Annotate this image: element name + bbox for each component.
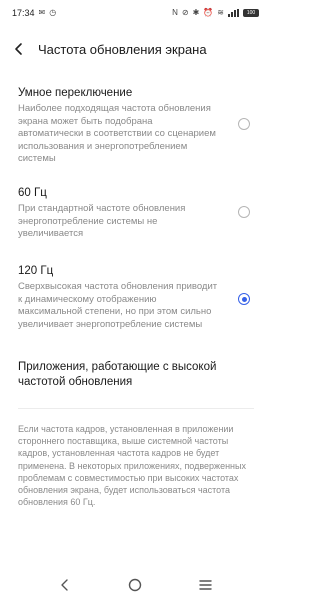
wifi-icon: ≋ bbox=[217, 8, 224, 17]
option-description: Наиболее подходящая частота обновления э… bbox=[18, 103, 216, 164]
navigation-bar bbox=[0, 570, 271, 600]
nfc-icon: N bbox=[172, 8, 178, 17]
radio-smart-switching[interactable] bbox=[238, 118, 250, 130]
footnote: Если частота кадров, установленная в при… bbox=[18, 424, 246, 508]
bluetooth-icon: ✱ bbox=[192, 8, 200, 17]
back-button[interactable] bbox=[0, 34, 38, 64]
nav-menu-button[interactable] bbox=[194, 573, 218, 597]
nav-menu-icon bbox=[199, 580, 213, 590]
signal-icon bbox=[228, 9, 239, 17]
high-refresh-apps-link[interactable]: Приложения, работающие с высокой частото… bbox=[18, 360, 238, 390]
option-description: При стандартной частоте обновления энерг… bbox=[18, 203, 186, 239]
battery-icon: 100 bbox=[243, 9, 259, 17]
status-time: 17:34 bbox=[12, 8, 35, 18]
divider bbox=[18, 408, 254, 409]
option-title: 60 Гц bbox=[18, 187, 47, 199]
option-smart-switching[interactable]: Умное переключение Наиболее подходящая ч… bbox=[18, 86, 254, 166]
option-60hz[interactable]: 60 Гц При стандартной частоте обновления… bbox=[18, 186, 254, 241]
status-left: 17:34 ✉ ◷ bbox=[12, 8, 56, 18]
status-right: N ⊘ ✱ ⏰ ≋ 100 bbox=[172, 9, 259, 17]
alarm-icon: ⏰ bbox=[203, 8, 214, 17]
option-title: Умное переключение bbox=[18, 87, 133, 99]
page-title: Частота обновления экрана bbox=[38, 41, 207, 57]
nav-home-button[interactable] bbox=[123, 573, 147, 597]
back-arrow-icon bbox=[15, 43, 22, 55]
header: Частота обновления экрана bbox=[0, 34, 271, 64]
radio-60hz[interactable] bbox=[238, 206, 250, 218]
option-title: 120 Гц bbox=[18, 265, 54, 277]
option-120hz[interactable]: 120 Гц Сверхвысокая частота обновления п… bbox=[18, 264, 254, 331]
nav-home-icon bbox=[129, 578, 142, 592]
nav-back-button[interactable] bbox=[53, 573, 77, 597]
message-icon: ✉ bbox=[38, 8, 46, 17]
radio-120hz[interactable] bbox=[238, 293, 250, 305]
clock-icon: ◷ bbox=[49, 8, 57, 17]
status-bar: 17:34 ✉ ◷ N ⊘ ✱ ⏰ ≋ 100 bbox=[0, 0, 271, 26]
nav-back-icon bbox=[61, 579, 68, 591]
option-description: Сверхвысокая частота обновления приводит… bbox=[18, 281, 218, 330]
vibrate-icon: ⊘ bbox=[181, 8, 189, 17]
